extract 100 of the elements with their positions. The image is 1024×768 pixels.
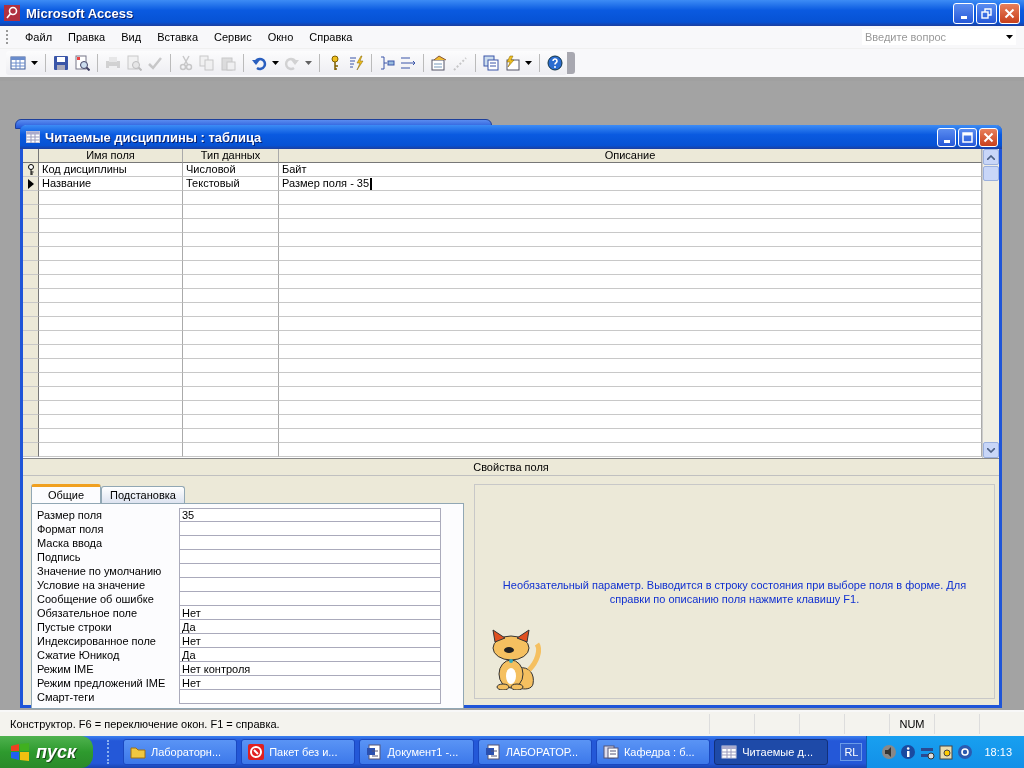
table-cell[interactable]: Размер поля - 35 xyxy=(279,177,982,191)
table-cell[interactable] xyxy=(183,289,279,303)
table-cell[interactable] xyxy=(39,233,183,247)
new-object-icon[interactable] xyxy=(504,55,520,71)
taskbar-button[interactable]: Документ1 -... xyxy=(359,739,474,765)
table-cell[interactable] xyxy=(39,345,183,359)
table-cell[interactable] xyxy=(183,359,279,373)
table-cell[interactable] xyxy=(39,373,183,387)
taskbar-button[interactable]: Кафедра : б... xyxy=(595,739,711,765)
table-cell[interactable] xyxy=(279,331,982,345)
table-cell[interactable] xyxy=(183,443,279,457)
table-cell[interactable]: Байт xyxy=(279,163,982,177)
table-cell[interactable] xyxy=(39,331,183,345)
table-cell[interactable] xyxy=(183,401,279,415)
table-cell[interactable]: Текстовый xyxy=(183,177,279,191)
window-icon[interactable] xyxy=(483,55,499,71)
caret-icon[interactable] xyxy=(525,61,532,65)
table-cell[interactable] xyxy=(39,401,183,415)
menu-item[interactable]: Окно xyxy=(259,29,302,45)
table-cell[interactable] xyxy=(183,303,279,317)
minimize-button[interactable] xyxy=(953,2,974,24)
table-cell[interactable] xyxy=(279,345,982,359)
table-cell[interactable] xyxy=(39,415,183,429)
row-selector[interactable] xyxy=(23,163,39,177)
scissors-icon[interactable] xyxy=(178,55,194,71)
menu-item[interactable]: Вставка xyxy=(149,29,206,45)
caret-icon[interactable] xyxy=(272,61,279,65)
table-cell[interactable] xyxy=(183,247,279,261)
property-value-field[interactable] xyxy=(179,690,441,704)
table-cell[interactable] xyxy=(183,191,279,205)
table-cell[interactable] xyxy=(183,387,279,401)
property-value-field[interactable] xyxy=(179,536,441,550)
magnifier-icon[interactable] xyxy=(74,55,90,71)
table-cell[interactable] xyxy=(279,289,982,303)
page-magnifier-icon[interactable] xyxy=(126,55,142,71)
scrollbar[interactable] xyxy=(982,149,999,458)
table-cell[interactable] xyxy=(183,415,279,429)
table-cell[interactable]: Код дисциплины xyxy=(39,163,183,177)
undo-icon[interactable] xyxy=(251,55,267,71)
table-cell[interactable] xyxy=(279,373,982,387)
lightning-icon[interactable] xyxy=(348,55,364,71)
column-header[interactable]: Имя поля xyxy=(39,149,183,163)
property-value-field[interactable]: 35 xyxy=(179,508,441,522)
restore-button[interactable] xyxy=(976,2,997,24)
table-cell[interactable] xyxy=(183,275,279,289)
property-value-field[interactable]: Да xyxy=(179,648,441,662)
table-cell[interactable] xyxy=(279,429,982,443)
menu-item[interactable]: Правка xyxy=(60,29,114,45)
table-cell[interactable] xyxy=(279,275,982,289)
table-cell[interactable] xyxy=(183,233,279,247)
table-cell[interactable] xyxy=(39,359,183,373)
wand-icon[interactable] xyxy=(452,55,468,71)
menu-item[interactable]: Файл xyxy=(17,29,61,45)
table-cell[interactable] xyxy=(183,205,279,219)
header-corner[interactable] xyxy=(23,149,39,163)
cat-drawing[interactable] xyxy=(489,628,541,690)
printer-icon[interactable] xyxy=(105,55,121,71)
table-cell[interactable] xyxy=(39,219,183,233)
speaker-icon[interactable] xyxy=(881,744,898,760)
table-cell[interactable] xyxy=(183,331,279,345)
row-selector[interactable] xyxy=(23,177,39,191)
menu-item[interactable]: Справка xyxy=(301,29,361,45)
property-value-field[interactable] xyxy=(179,578,441,592)
property-value-field[interactable]: Нет контроля xyxy=(179,662,441,676)
table-cell[interactable] xyxy=(279,317,982,331)
scrollbar-thumb[interactable] xyxy=(983,166,999,181)
properties-icon[interactable] xyxy=(431,55,447,71)
table-cell[interactable] xyxy=(279,401,982,415)
property-value-field[interactable]: Нет xyxy=(179,676,441,690)
globe-icon[interactable] xyxy=(957,744,974,760)
checkmark-icon[interactable] xyxy=(147,55,163,71)
tab[interactable]: Общие xyxy=(31,484,101,503)
table-icon[interactable] xyxy=(10,55,26,71)
table-cell[interactable] xyxy=(279,359,982,373)
maximize-button[interactable] xyxy=(958,127,977,147)
table-cell[interactable]: Название xyxy=(39,177,183,191)
column-header[interactable]: Описание xyxy=(279,149,982,163)
table-cell[interactable] xyxy=(279,205,982,219)
table-cell[interactable] xyxy=(39,289,183,303)
property-value-field[interactable]: Нет xyxy=(179,606,441,620)
property-value-field[interactable] xyxy=(179,592,441,606)
notepad-icon[interactable] xyxy=(938,744,955,760)
taskbar-button[interactable]: Пакет без и... xyxy=(241,739,356,765)
table-cell[interactable]: Числовой xyxy=(183,163,279,177)
table-cell[interactable] xyxy=(183,261,279,275)
info-icon[interactable] xyxy=(900,744,917,760)
redo-icon[interactable] xyxy=(284,55,300,71)
table-cell[interactable] xyxy=(279,415,982,429)
table-cell[interactable] xyxy=(279,233,982,247)
property-value-field[interactable] xyxy=(179,564,441,578)
menu-item[interactable]: Сервис xyxy=(206,29,260,45)
table-cell[interactable] xyxy=(39,205,183,219)
table-cell[interactable] xyxy=(39,247,183,261)
tab[interactable]: Подстановка xyxy=(101,486,185,503)
language-indicator[interactable]: RL xyxy=(840,743,863,761)
insert-row-icon[interactable] xyxy=(379,55,395,71)
table-cell[interactable] xyxy=(183,429,279,443)
table-cell[interactable] xyxy=(39,303,183,317)
column-header[interactable]: Тип данных xyxy=(183,149,279,163)
help-search-field[interactable]: Введите вопрос xyxy=(862,29,1016,45)
